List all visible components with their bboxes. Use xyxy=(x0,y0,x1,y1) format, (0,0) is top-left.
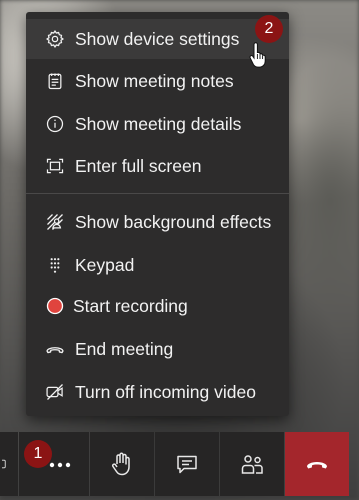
hang-up-icon xyxy=(307,462,327,469)
background-effects-icon xyxy=(44,211,66,233)
share-button-partial[interactable] xyxy=(0,432,18,496)
video-off-icon xyxy=(44,381,66,403)
gear-icon xyxy=(44,28,66,50)
hand-cursor-icon xyxy=(249,42,266,68)
menu-item-end-meeting[interactable]: End meeting xyxy=(26,329,289,369)
meeting-toolbar xyxy=(0,432,359,496)
participants-button[interactable] xyxy=(220,432,284,496)
menu-item-label: Show meeting details xyxy=(75,113,242,134)
chat-icon xyxy=(177,455,197,474)
menu-item-label: Show background effects xyxy=(75,211,272,232)
keypad-icon xyxy=(44,254,66,276)
more-options-menu: Show device settings Show meeting notes … xyxy=(26,12,289,416)
menu-item-meeting-details[interactable]: Show meeting details xyxy=(26,104,289,144)
end-meeting-icon xyxy=(44,338,66,360)
raise-hand-icon xyxy=(111,452,130,476)
hang-up-button[interactable] xyxy=(285,432,349,496)
menu-divider xyxy=(26,193,289,194)
menu-item-label: Show device settings xyxy=(75,28,240,49)
menu-item-label: Show meeting notes xyxy=(75,70,234,91)
participants-icon xyxy=(241,455,263,474)
record-icon xyxy=(44,295,66,317)
info-icon xyxy=(44,113,66,135)
menu-item-background-effects[interactable]: Show background effects xyxy=(26,202,289,242)
menu-item-full-screen[interactable]: Enter full screen xyxy=(26,146,289,186)
step-badge-2: 2 xyxy=(255,15,283,43)
step-badge-1: 1 xyxy=(24,440,52,468)
menu-item-label: Start recording xyxy=(73,295,188,316)
chat-button[interactable] xyxy=(155,432,219,496)
fullscreen-icon xyxy=(44,155,66,177)
menu-item-label: Keypad xyxy=(75,254,135,275)
menu-item-label: Enter full screen xyxy=(75,155,202,176)
notes-icon xyxy=(44,70,66,92)
menu-item-label: End meeting xyxy=(75,338,174,359)
menu-item-label: Turn off incoming video xyxy=(75,381,256,402)
raise-hand-button[interactable] xyxy=(90,432,154,496)
share-icon xyxy=(2,459,6,469)
menu-item-start-recording[interactable]: Start recording xyxy=(26,286,289,326)
menu-item-turn-off-video[interactable]: Turn off incoming video xyxy=(26,372,289,412)
menu-item-keypad[interactable]: Keypad xyxy=(26,245,289,285)
